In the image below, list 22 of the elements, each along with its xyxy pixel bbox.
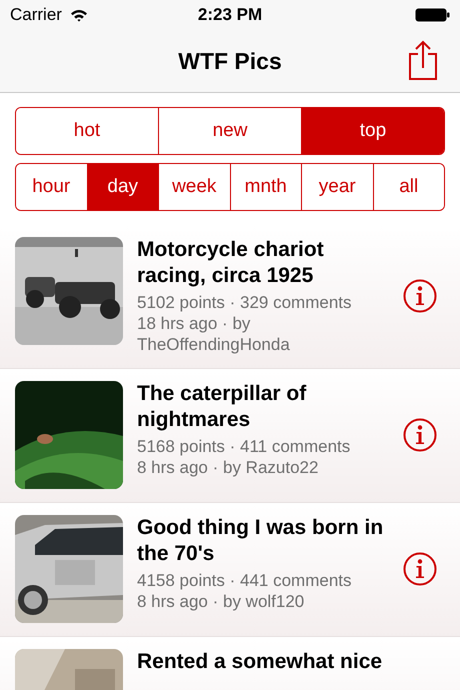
info-icon[interactable]	[403, 418, 437, 452]
post-byline: 8 hrs ago · by wolf120	[137, 591, 306, 612]
period-tab[interactable]: day	[86, 164, 158, 210]
post-byline: 18 hrs ago · by TheOffendingHonda	[137, 313, 291, 355]
post-byline: 8 hrs ago · by Razuto22	[137, 457, 320, 478]
post-title: Good thing I was born in the 70's	[137, 515, 384, 567]
info-icon[interactable]	[403, 552, 437, 586]
post-title: The caterpillar of nightmares	[137, 381, 308, 433]
status-time: 2:23 PM	[198, 5, 262, 25]
wifi-icon	[70, 8, 88, 22]
screen-title: WTF Pics	[178, 48, 282, 74]
share-icon[interactable]	[408, 40, 438, 80]
post-stats: 4158 points · 441 comments	[137, 570, 353, 591]
period-tab[interactable]: all	[372, 164, 444, 210]
carrier-name: Carrier	[10, 5, 62, 25]
sort-tab[interactable]: top	[301, 108, 444, 154]
post-stats: 5168 points · 411 comments	[137, 436, 352, 457]
info-icon[interactable]	[403, 279, 437, 313]
battery-icon	[415, 8, 450, 22]
post-title: Rented a somewhat nice	[137, 649, 384, 675]
post-stats: 5102 points · 329 comments	[137, 292, 353, 313]
post-title: Motorcycle chariot racing, circa 1925	[137, 237, 325, 289]
